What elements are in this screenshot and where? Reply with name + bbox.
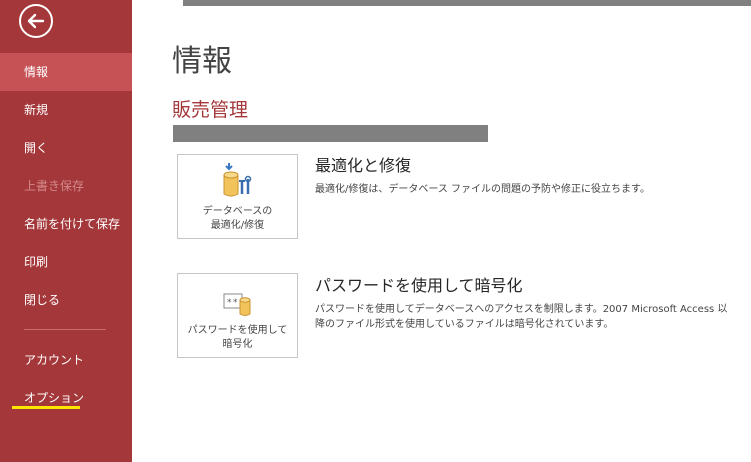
compact-repair-label-2: 最適化/修復 (210, 220, 265, 231)
nav-options[interactable]: オプション (0, 379, 132, 417)
compact-repair-title: 最適化と修復 (315, 156, 412, 175)
nav-save: 上書き保存 (24, 179, 85, 193)
nav-close[interactable]: 閉じる (0, 281, 132, 319)
nav-info[interactable]: 情報 (0, 53, 132, 91)
encrypt-description: パスワードを使用してデータベースへのアクセスを制限します。2007 Micros… (315, 304, 728, 330)
nav-open[interactable]: 開く (0, 129, 132, 167)
nav-separator (24, 329, 106, 330)
nav-print[interactable]: 印刷 (0, 243, 132, 281)
back-arrow-icon (27, 13, 45, 29)
nav-new[interactable]: 新規 (0, 91, 132, 129)
nav-account[interactable]: アカウント (0, 341, 132, 379)
compact-repair-label-1: データベースの (202, 206, 273, 217)
svg-text:*: * (227, 298, 232, 308)
nav-save-as[interactable]: 名前を付けて保存 (0, 205, 132, 243)
compact-repair-button[interactable]: データベースの 最適化/修復 (177, 154, 298, 239)
backstage-sidebar: 情報 新規 開く 上書き保存 名前を付けて保存 印刷 閉じる アカウント オプシ… (0, 0, 132, 462)
encrypt-label-1: パスワードを使用して (187, 325, 288, 336)
database-password-icon: * * (223, 293, 250, 316)
top-gray-bar (183, 0, 751, 6)
encrypt-password-button[interactable]: * * パスワードを使用して 暗号化 (177, 273, 298, 358)
database-compact-repair-icon (223, 163, 251, 197)
encrypt-label-2: 暗号化 (222, 339, 253, 350)
page-title: 情報 (172, 44, 232, 79)
encrypt-title: パスワードを使用して暗号化 (315, 276, 523, 295)
compact-repair-description: 最適化/修復は、データベース ファイルの問題の予防や修正に役立ちます。 (315, 184, 651, 195)
options-highlight-underline (12, 406, 80, 409)
database-name: 販売管理 (172, 99, 249, 121)
svg-text:*: * (233, 298, 238, 308)
file-path-bar (173, 125, 488, 142)
back-button[interactable] (19, 4, 53, 38)
